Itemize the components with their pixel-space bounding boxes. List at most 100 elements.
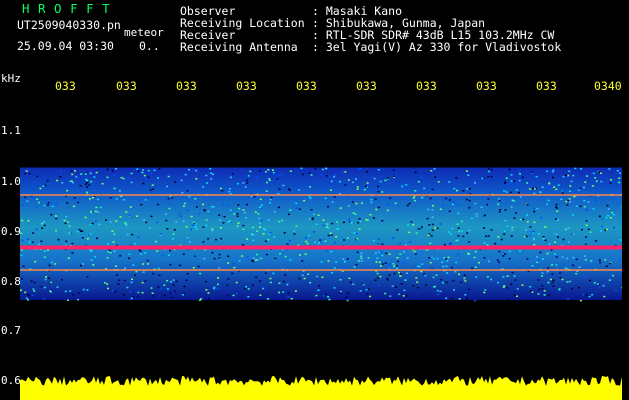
speckle-dot bbox=[46, 179, 49, 182]
speckle-dot bbox=[51, 261, 54, 264]
speckle-dot bbox=[381, 191, 384, 193]
speckle-dot bbox=[558, 288, 561, 290]
speckle-dot bbox=[564, 267, 567, 269]
speckle-dot bbox=[218, 214, 221, 216]
speckle-dot bbox=[506, 225, 509, 227]
speckle-dot bbox=[115, 168, 118, 170]
speckle-dot bbox=[593, 282, 596, 284]
speckle-dot bbox=[27, 299, 29, 301]
speckle-dot bbox=[386, 277, 389, 280]
speckle-dot bbox=[566, 281, 569, 283]
speckle-dot bbox=[190, 215, 193, 218]
speckle-dot bbox=[94, 220, 97, 223]
speckle-dot bbox=[557, 184, 560, 186]
speckle-dot bbox=[452, 280, 455, 282]
speckle-dot bbox=[308, 234, 311, 237]
speckle-dot bbox=[31, 294, 34, 297]
speckle-dot bbox=[399, 253, 402, 255]
speckle-dot bbox=[556, 210, 559, 212]
speckle-dot bbox=[541, 285, 544, 287]
speckle-dot bbox=[415, 277, 418, 279]
speckle-dot bbox=[341, 171, 344, 173]
speckle-dot bbox=[159, 233, 162, 235]
speckle-dot bbox=[579, 299, 582, 302]
speckle-dot bbox=[548, 243, 551, 245]
speckle-dot bbox=[293, 230, 296, 232]
speckle-dot bbox=[36, 175, 39, 178]
speckle-dot bbox=[513, 200, 516, 202]
speckle-dot bbox=[202, 226, 205, 228]
speckle-dot bbox=[603, 295, 606, 298]
speckle-dot bbox=[305, 237, 307, 239]
x-tick: 033 bbox=[116, 79, 137, 93]
speckle-dot bbox=[595, 200, 598, 202]
speckle-dot bbox=[372, 239, 375, 242]
speckle-dot bbox=[43, 250, 46, 252]
speckle-dot bbox=[161, 254, 164, 257]
speckle-dot bbox=[43, 221, 45, 223]
speckle-dot bbox=[530, 231, 533, 233]
speckle-dot bbox=[227, 221, 230, 223]
speckle-dot bbox=[59, 176, 62, 178]
speckle-dot bbox=[82, 263, 85, 265]
speckle-dot bbox=[123, 199, 126, 201]
speckle-dot bbox=[264, 272, 267, 274]
speckle-dot bbox=[609, 262, 612, 265]
speckle-dot bbox=[202, 241, 205, 243]
speckle-dot bbox=[265, 171, 267, 173]
speckle-dot bbox=[118, 190, 121, 192]
speckle-dot bbox=[560, 198, 563, 200]
speckle-dot bbox=[303, 199, 306, 202]
speckle-dot bbox=[31, 241, 34, 243]
speckle-dot bbox=[226, 294, 229, 297]
speckle-dot bbox=[267, 169, 270, 171]
speckle-dot bbox=[350, 221, 353, 223]
speckle-dot bbox=[475, 276, 478, 278]
y-tick: 0.9 bbox=[1, 225, 21, 238]
speckle-dot bbox=[435, 274, 438, 276]
speckle-dot bbox=[414, 171, 417, 174]
speckle-dot bbox=[205, 174, 208, 177]
speckle-dot bbox=[167, 175, 170, 178]
speckle-dot bbox=[113, 174, 116, 176]
speckle-dot bbox=[356, 238, 359, 240]
speckle-dot bbox=[252, 234, 255, 236]
speckle-dot bbox=[412, 285, 415, 287]
speckle-dot bbox=[55, 217, 58, 220]
speckle-dot bbox=[26, 238, 29, 240]
speckle-dot bbox=[601, 218, 604, 220]
speckle-dot bbox=[184, 173, 187, 176]
speckle-dot bbox=[484, 289, 487, 291]
speckle-dot bbox=[536, 207, 539, 210]
speckle-dot bbox=[548, 182, 551, 185]
speckle-dot bbox=[468, 241, 471, 243]
speckle-dot bbox=[508, 258, 511, 260]
speckle-dot bbox=[503, 233, 506, 235]
speckle-dot bbox=[258, 222, 261, 225]
speckle-dot bbox=[536, 261, 539, 264]
speckle-dot bbox=[475, 213, 478, 215]
speckle-dot bbox=[70, 232, 73, 235]
speckle-dot bbox=[211, 252, 214, 254]
speckle-dot bbox=[317, 214, 320, 216]
speckle-dot bbox=[45, 276, 47, 278]
speckle-dot bbox=[126, 286, 129, 289]
speckle-dot bbox=[600, 180, 603, 183]
speckle-dot bbox=[591, 294, 594, 296]
speckle-dot bbox=[555, 233, 558, 235]
speckle-dot bbox=[27, 220, 30, 222]
speckle-dot bbox=[202, 203, 204, 206]
speckle-dot bbox=[532, 207, 535, 210]
speckle-dot bbox=[44, 184, 47, 187]
speckle-dot bbox=[351, 201, 354, 203]
speckle-dot bbox=[428, 224, 431, 226]
speckle-dot bbox=[447, 256, 450, 259]
speckle-dot bbox=[282, 184, 285, 187]
speckle-dot bbox=[569, 201, 572, 203]
speckle-dot bbox=[608, 168, 611, 170]
speckle-dot bbox=[575, 258, 578, 261]
speckle-dot bbox=[277, 206, 280, 209]
x-tick: 033 bbox=[176, 79, 197, 93]
speckle-dot bbox=[65, 215, 68, 218]
speckle-dot bbox=[195, 228, 198, 230]
